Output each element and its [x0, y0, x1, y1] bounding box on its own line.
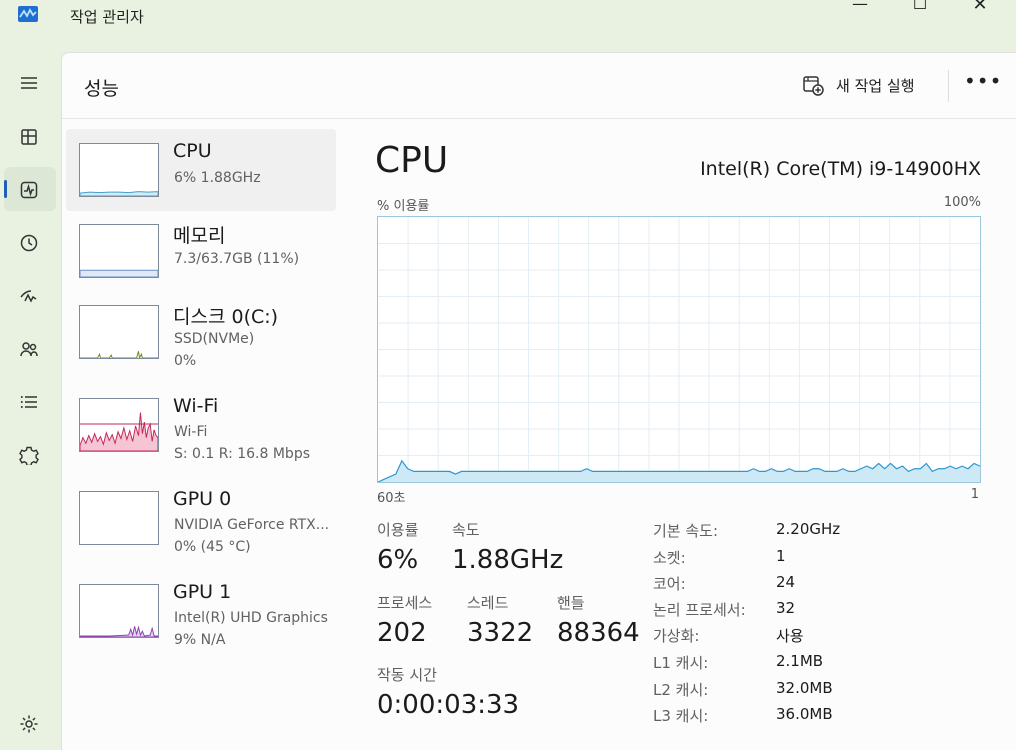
spec-value: 32	[776, 599, 796, 617]
device-detail: 0%	[174, 353, 197, 369]
spec-label: L1 캐시:	[653, 654, 709, 672]
device-name: 디스크 0(C:)	[173, 306, 279, 328]
disk-thumbnail-graph	[79, 305, 159, 359]
title-bar: 작업 관리자 — ☐ ✕	[0, 0, 1016, 40]
processes-label: 프로세스	[377, 594, 433, 612]
new-task-button[interactable]: 새 작업 실행	[802, 72, 915, 98]
spec-label: L2 캐시:	[653, 681, 709, 699]
more-options-button[interactable]: •••	[964, 71, 1001, 98]
cpu-thumbnail-graph	[79, 143, 159, 197]
nav-active-indicator	[4, 180, 7, 198]
minimize-button[interactable]: —	[845, 0, 875, 14]
threads-value: 3322	[467, 618, 534, 648]
graph-max-label: 100%	[943, 195, 981, 210]
device-detail: S: 0.1 R: 16.8 Mbps	[174, 446, 311, 462]
detail-title: CPU	[375, 140, 449, 181]
spec-value: 24	[776, 573, 796, 591]
performance-icon[interactable]	[14, 175, 44, 205]
spec-value: 2.1MB	[776, 652, 824, 670]
threads-label: 스레드	[467, 594, 509, 612]
handles-value: 88364	[557, 618, 640, 648]
spec-value: 1	[776, 547, 786, 565]
device-detail: NVIDIA GeForce RTX...	[174, 517, 330, 533]
header-separator	[62, 118, 1016, 119]
device-item-wifi[interactable]: Wi-Fi Wi-Fi S: 0.1 R: 16.8 Mbps	[66, 384, 336, 466]
new-task-icon	[803, 76, 824, 96]
graph-axis-start-label: 60초	[377, 491, 406, 506]
device-name: GPU 1	[173, 581, 232, 603]
window-title: 작업 관리자	[70, 8, 144, 26]
utilization-label: 이용률	[377, 521, 419, 539]
wifi-thumbnail-graph	[79, 398, 159, 452]
app-history-icon[interactable]	[14, 228, 44, 258]
device-item-disk[interactable]: 디스크 0(C:) SSD(NVMe) 0%	[66, 291, 336, 373]
spec-value: 2.20GHz	[776, 520, 841, 538]
memory-thumbnail-graph	[79, 224, 159, 278]
maximize-button[interactable]: ☐	[905, 0, 935, 14]
close-button[interactable]: ✕	[965, 0, 995, 15]
graph-axis-end-label: 1	[970, 487, 979, 502]
device-item-gpu1[interactable]: GPU 1 Intel(R) UHD Graphics 9% N/A	[66, 570, 336, 652]
device-name: GPU 0	[173, 488, 232, 510]
page-title: 성능	[84, 78, 119, 100]
new-task-label: 새 작업 실행	[836, 76, 915, 95]
users-icon[interactable]	[14, 334, 44, 364]
speed-value: 1.88GHz	[452, 545, 564, 575]
spec-label: L3 캐시:	[653, 707, 709, 725]
device-item-gpu0[interactable]: GPU 0 NVIDIA GeForce RTX... 0% (45 °C)	[66, 477, 336, 559]
device-detail: Wi-Fi	[174, 424, 208, 440]
uptime-label: 작동 시간	[377, 666, 437, 684]
handles-label: 핸들	[557, 594, 585, 612]
cpu-model-name: Intel(R) Core(TM) i9-14900HX	[700, 158, 981, 180]
device-detail: 0% (45 °C)	[174, 539, 251, 555]
cpu-utilization-graph	[377, 216, 981, 483]
spec-label: 기본 속도:	[653, 522, 719, 540]
device-detail: 7.3/63.7GB (11%)	[174, 251, 300, 267]
device-name: Wi-Fi	[173, 395, 219, 417]
device-item-memory[interactable]: 메모리 7.3/63.7GB (11%)	[66, 210, 336, 292]
gpu1-thumbnail-graph	[79, 584, 159, 638]
spec-label: 논리 프로세서:	[653, 601, 746, 619]
device-item-cpu[interactable]: CPU 6% 1.88GHz	[66, 129, 336, 211]
device-detail: 6% 1.88GHz	[174, 170, 261, 186]
spec-value: 사용	[776, 627, 804, 645]
services-icon[interactable]	[14, 440, 44, 470]
processes-value: 202	[377, 618, 427, 648]
device-detail: 9% N/A	[174, 632, 226, 648]
device-name: CPU	[173, 140, 212, 162]
spec-label: 코어:	[653, 575, 686, 593]
task-manager-logo-icon	[18, 6, 38, 22]
header-divider	[948, 70, 949, 102]
spec-value: 36.0MB	[776, 705, 833, 723]
gpu0-thumbnail-graph	[79, 491, 159, 545]
settings-icon[interactable]	[14, 709, 44, 739]
device-detail: SSD(NVMe)	[174, 331, 255, 347]
details-icon[interactable]	[14, 387, 44, 417]
utilization-value: 6%	[377, 545, 419, 575]
spec-value: 32.0MB	[776, 679, 833, 697]
spec-label: 소켓:	[653, 549, 686, 567]
device-name: 메모리	[173, 225, 226, 247]
spec-label: 가상화:	[653, 627, 700, 645]
menu-icon[interactable]	[14, 68, 44, 98]
speed-label: 속도	[452, 521, 480, 539]
device-detail: Intel(R) UHD Graphics	[174, 610, 328, 626]
processes-icon[interactable]	[14, 122, 44, 152]
graph-label: % 이용률	[377, 199, 430, 214]
startup-icon[interactable]	[14, 281, 44, 311]
uptime-value: 0:00:03:33	[377, 690, 520, 720]
